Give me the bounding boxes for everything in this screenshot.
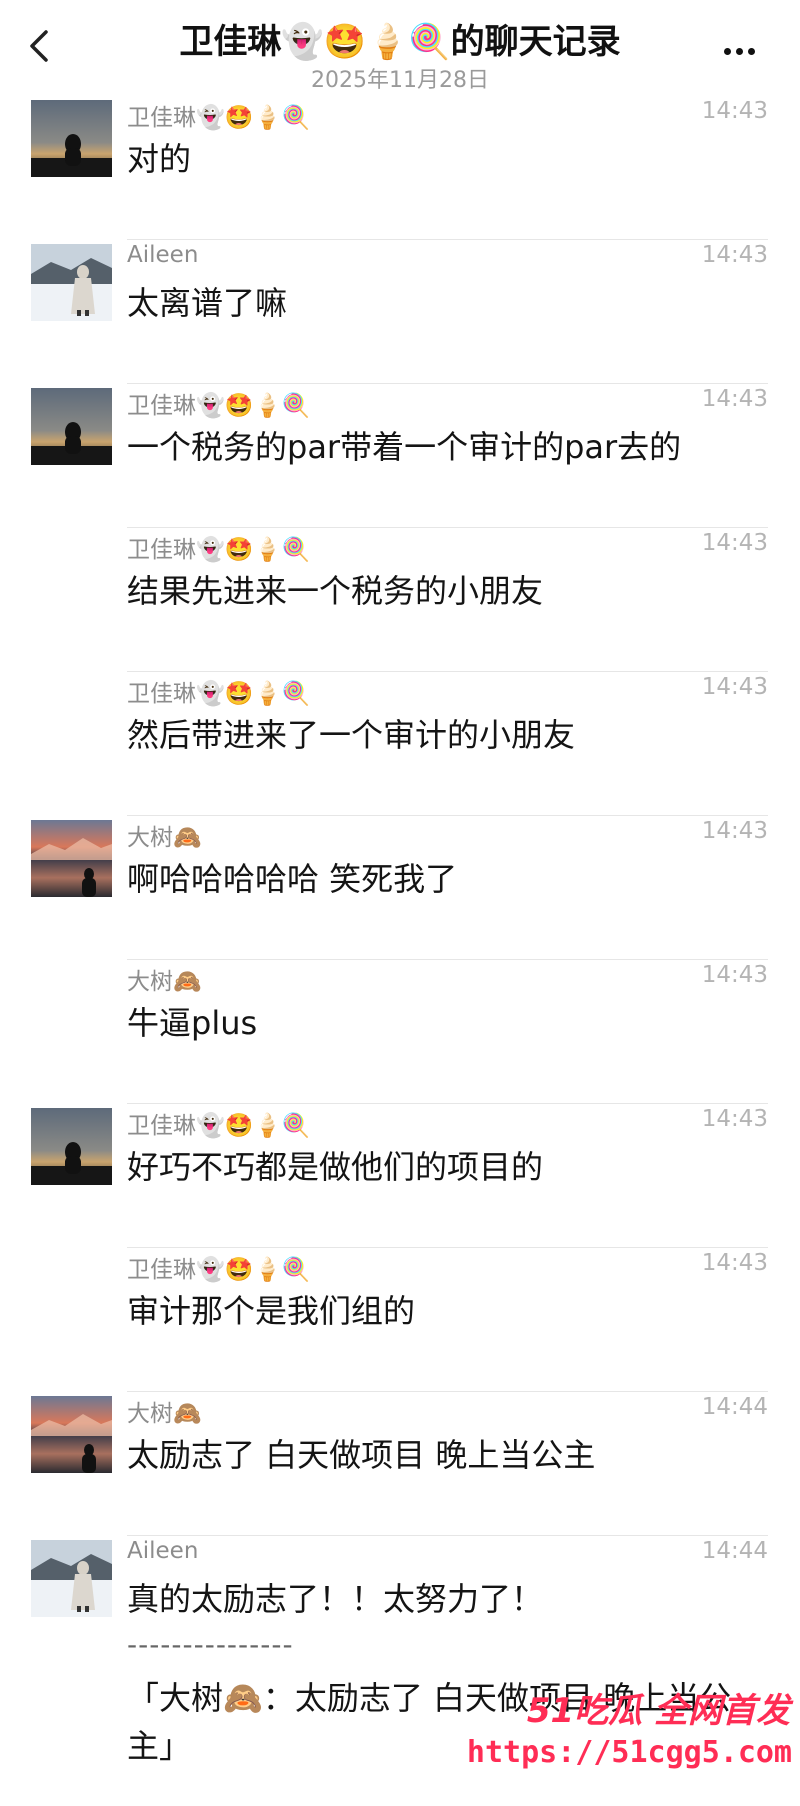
chat-date: 2025年11月28日 — [311, 68, 489, 93]
sender-name: Aileen — [127, 242, 199, 268]
sender-name: 卫佳琳👻🤩🍦🍭 — [127, 681, 311, 707]
message-time: 14:43 — [701, 1250, 768, 1276]
avatar[interactable] — [31, 1108, 112, 1185]
avatar-image — [31, 1396, 112, 1473]
message-text[interactable]: 一个税务的par带着一个审计的par去的 — [127, 422, 760, 468]
message-text[interactable]: 啊哈哈哈哈哈 笑死我了 — [127, 854, 760, 900]
message-row[interactable]: 大树🙈 14:43 啊哈哈哈哈哈 笑死我了 — [0, 816, 800, 960]
message-text[interactable]: 牛逼plus — [127, 998, 760, 1044]
chevron-left-icon — [30, 30, 48, 62]
avatar[interactable] — [31, 1540, 112, 1617]
page-title: 卫佳琳👻🤩🍦🍭的聊天记录 — [179, 22, 621, 62]
avatar[interactable] — [31, 820, 112, 897]
message-row[interactable]: 大树🙈 14:43 牛逼plus — [0, 960, 800, 1104]
message-row[interactable]: 卫佳琳👻🤩🍦🍭 14:43 好巧不巧都是做他们的项目的 — [0, 1104, 800, 1248]
message-text[interactable]: 真的太励志了！！太努力了！ — [127, 1574, 760, 1620]
sender-name: 大树🙈 — [127, 1401, 202, 1427]
watermark-logo-text: 51吃瓜 全网首发 — [526, 1691, 790, 1731]
more-dot-icon — [724, 48, 731, 55]
quote-separator: --------------- — [127, 1628, 294, 1661]
message-time: 14:43 — [701, 674, 768, 700]
sender-name: 大树🙈 — [127, 969, 202, 995]
message-time: 14:44 — [701, 1538, 768, 1564]
sender-name: 卫佳琳👻🤩🍦🍭 — [127, 105, 311, 131]
message-row[interactable]: 卫佳琳👻🤩🍦🍭 14:43 对的 — [0, 96, 800, 240]
message-text[interactable]: 结果先进来一个税务的小朋友 — [127, 566, 760, 612]
avatar-image — [31, 100, 112, 177]
message-row[interactable]: 卫佳琳👻🤩🍦🍭 14:43 结果先进来一个税务的小朋友 — [0, 528, 800, 672]
chat-header: 卫佳琳👻🤩🍦🍭的聊天记录 2025年11月28日 — [0, 0, 800, 96]
more-dot-icon — [748, 48, 755, 55]
message-row[interactable]: Aileen 14:43 太离谱了嘛 — [0, 240, 800, 384]
message-time: 14:43 — [701, 962, 768, 988]
avatar-image — [31, 388, 112, 465]
message-text[interactable]: 太励志了 白天做项目 晚上当公主 — [127, 1430, 760, 1476]
message-text[interactable]: 太离谱了嘛 — [127, 278, 760, 324]
watermark: 51吃瓜 全网首发 https://51cgg5.com — [467, 1677, 800, 1787]
message-time: 14:43 — [701, 242, 768, 268]
sender-name: 卫佳琳👻🤩🍦🍭 — [127, 1257, 311, 1283]
more-dot-icon — [736, 48, 743, 55]
message-time: 14:43 — [701, 818, 768, 844]
message-time: 14:43 — [701, 1106, 768, 1132]
avatar[interactable] — [31, 244, 112, 321]
sender-name: 大树🙈 — [127, 825, 202, 851]
message-row[interactable]: 大树🙈 14:44 太励志了 白天做项目 晚上当公主 — [0, 1392, 800, 1536]
message-time: 14:43 — [701, 98, 768, 124]
more-options-button[interactable] — [724, 40, 764, 55]
avatar[interactable] — [31, 388, 112, 465]
sender-name: 卫佳琳👻🤩🍦🍭 — [127, 537, 311, 563]
message-text[interactable]: 对的 — [127, 134, 760, 180]
avatar-image — [31, 820, 112, 897]
message-text[interactable]: 好巧不巧都是做他们的项目的 — [127, 1142, 760, 1188]
sender-name: Aileen — [127, 1538, 199, 1564]
message-row[interactable]: 卫佳琳👻🤩🍦🍭 14:43 一个税务的par带着一个审计的par去的 — [0, 384, 800, 528]
back-button[interactable] — [22, 26, 58, 66]
message-row[interactable]: 卫佳琳👻🤩🍦🍭 14:43 然后带进来了一个审计的小朋友 — [0, 672, 800, 816]
message-time: 14:43 — [701, 530, 768, 556]
sender-name: 卫佳琳👻🤩🍦🍭 — [127, 393, 311, 419]
sender-name: 卫佳琳👻🤩🍦🍭 — [127, 1113, 311, 1139]
avatar[interactable] — [31, 100, 112, 177]
message-time: 14:44 — [701, 1394, 768, 1420]
avatar-image — [31, 244, 112, 321]
watermark-url: https://51cgg5.com — [466, 1735, 792, 1770]
avatar-image — [31, 1108, 112, 1185]
avatar-image — [31, 1540, 112, 1617]
message-row[interactable]: 卫佳琳👻🤩🍦🍭 14:43 审计那个是我们组的 — [0, 1248, 800, 1392]
message-text[interactable]: 然后带进来了一个审计的小朋友 — [127, 710, 760, 756]
message-text[interactable]: 审计那个是我们组的 — [127, 1286, 760, 1332]
avatar[interactable] — [31, 1396, 112, 1473]
message-time: 14:43 — [701, 386, 768, 412]
